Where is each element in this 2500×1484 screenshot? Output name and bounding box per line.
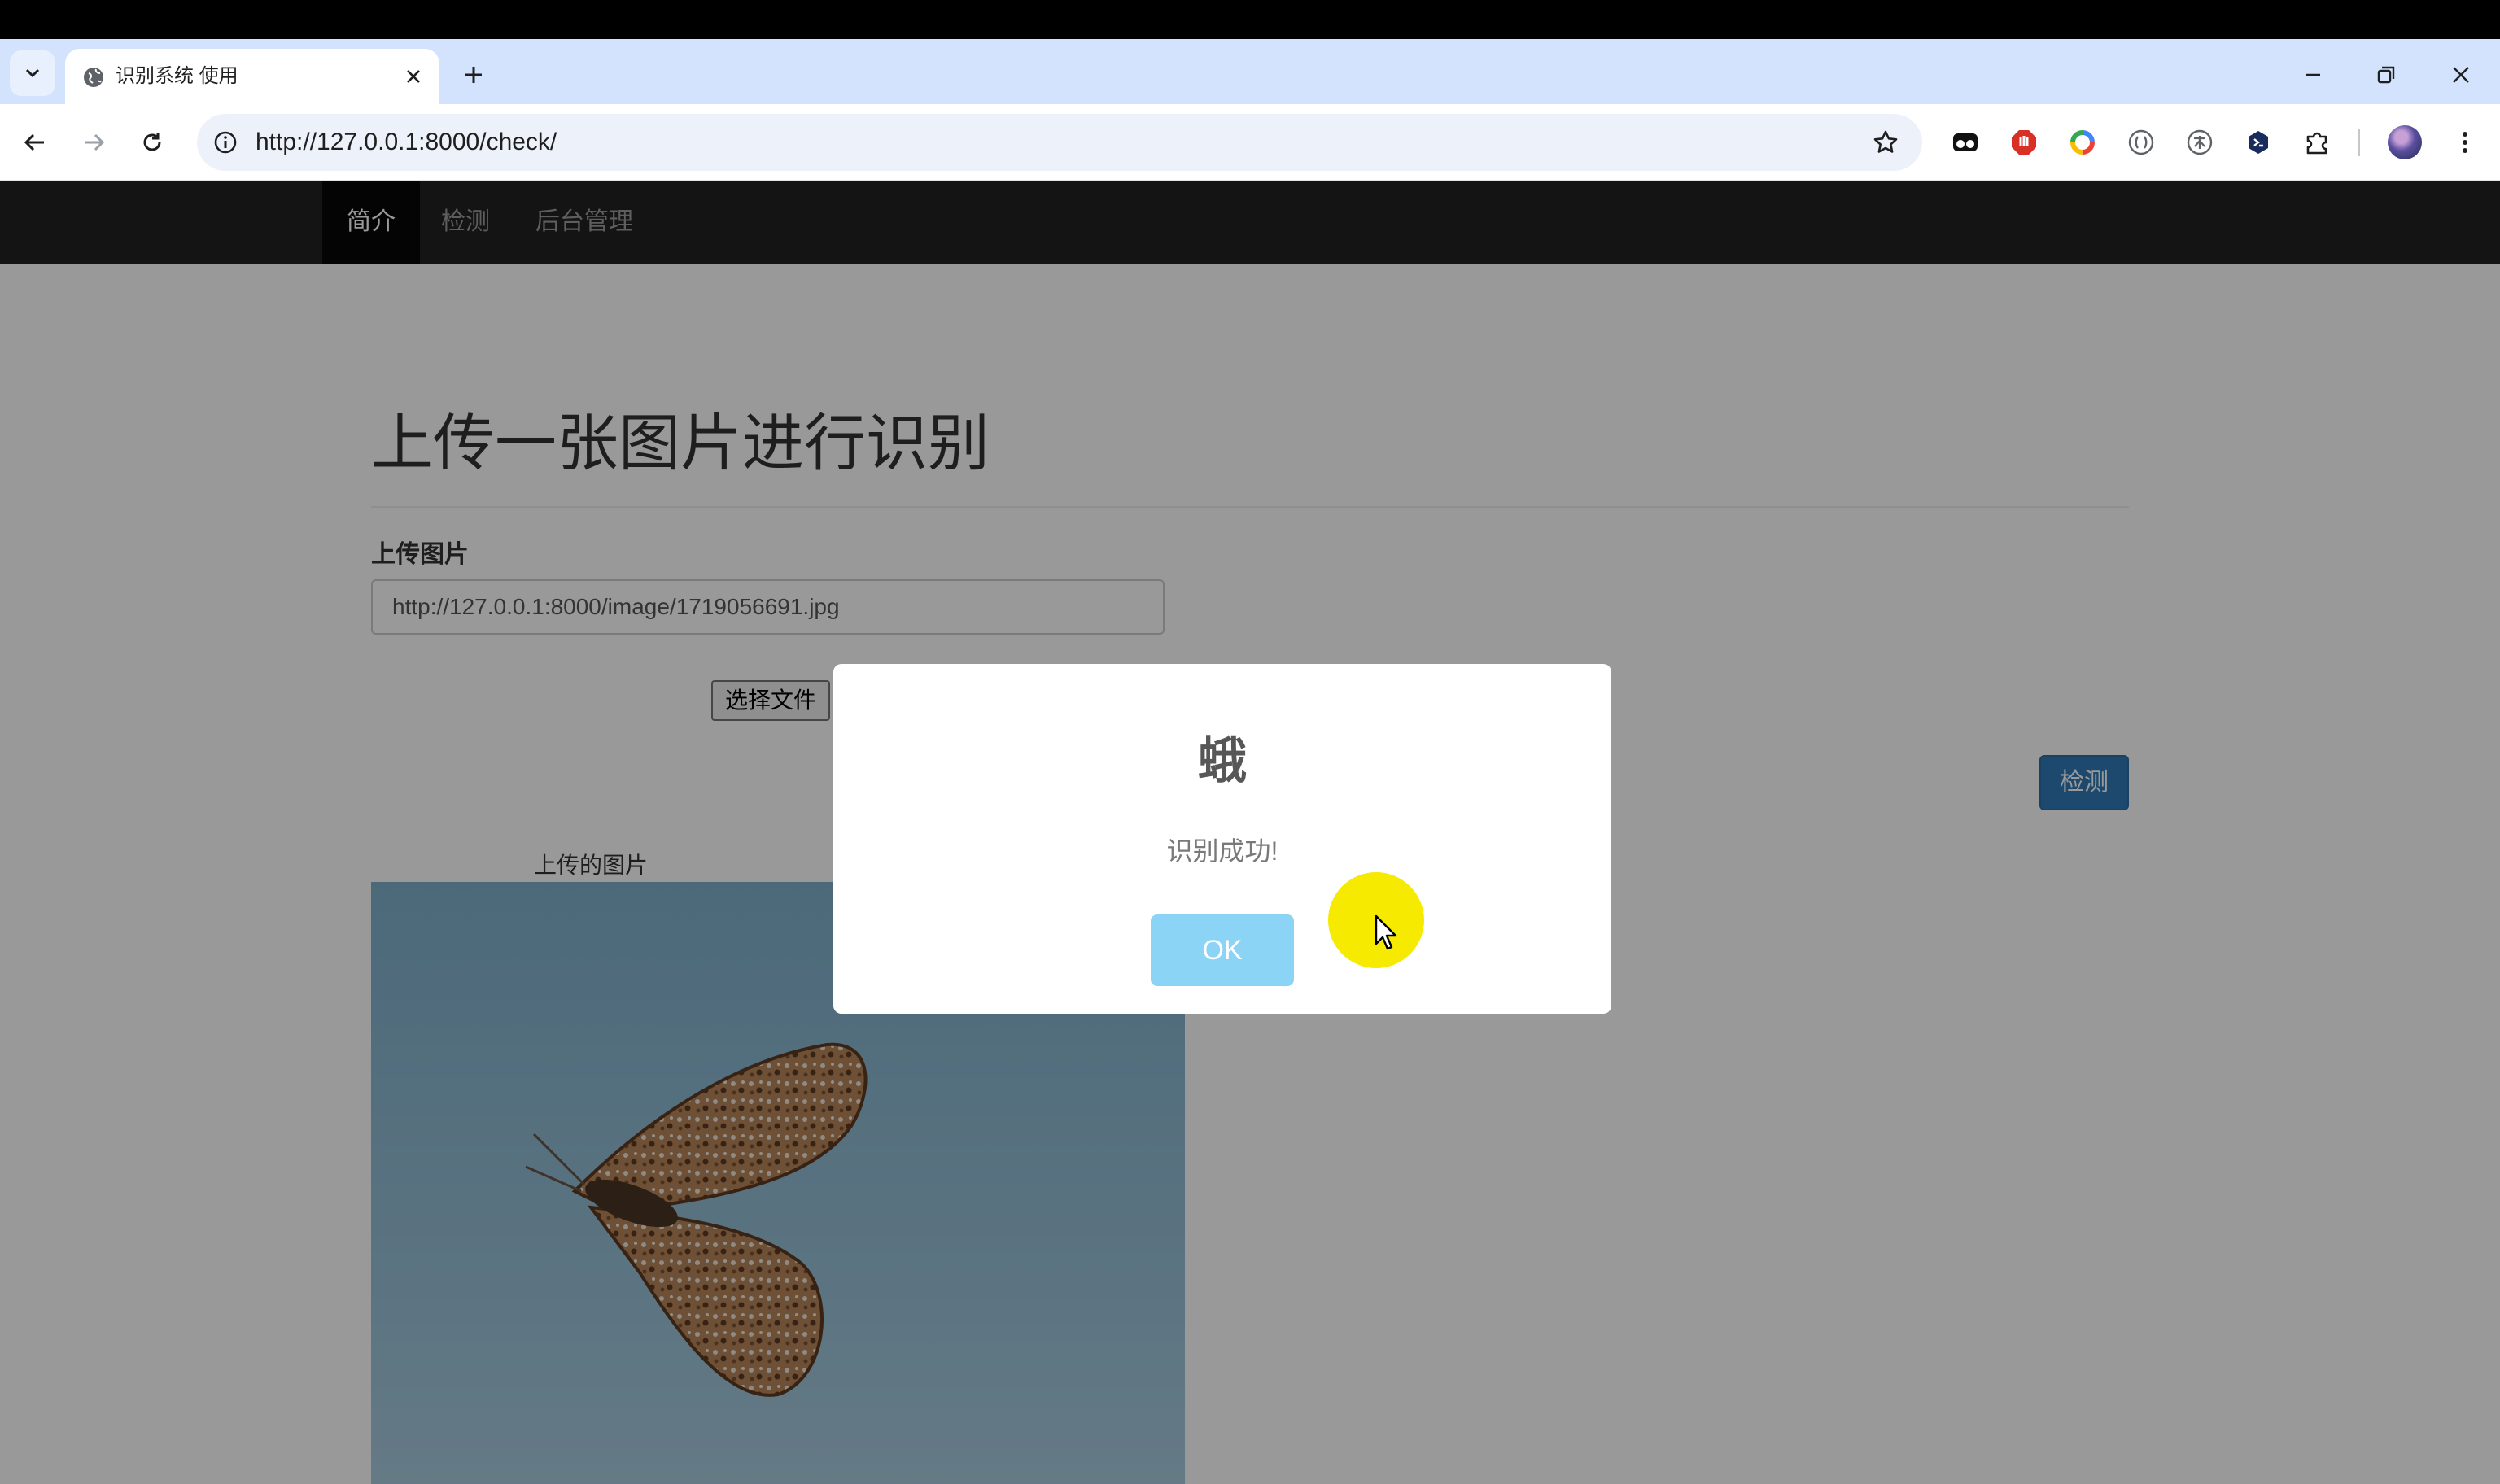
alert-title: 蛾 <box>1198 734 1247 788</box>
forward-button[interactable] <box>73 122 114 163</box>
extension-mask-icon <box>1953 133 1978 151</box>
extension-translate-button[interactable] <box>2183 125 2217 159</box>
info-icon <box>214 131 237 154</box>
reload-icon <box>143 133 161 151</box>
extension-bracket-icon <box>2128 129 2154 155</box>
plus-icon <box>465 67 482 83</box>
ok-button[interactable]: OK <box>1151 914 1294 986</box>
site-info-button[interactable] <box>208 125 243 159</box>
browser-tab[interactable]: 识别系统 使用 <box>65 49 439 104</box>
puzzle-icon <box>2306 132 2327 155</box>
minimize-button[interactable] <box>2295 57 2331 93</box>
chevron-down-icon <box>25 68 40 78</box>
alert-dialog: 蛾 识别成功! OK <box>833 664 1611 1014</box>
back-arrow-icon <box>24 133 44 151</box>
tab-close-button[interactable] <box>400 63 426 89</box>
extension-hex-button[interactable] <box>2241 125 2275 159</box>
extension-bracket-button[interactable] <box>2124 125 2158 159</box>
extension-mask-button[interactable] <box>1948 125 1982 159</box>
globe-icon <box>84 68 103 87</box>
extension-ring-icon <box>2070 130 2095 155</box>
extensions-button[interactable] <box>2300 125 2334 159</box>
mouse-cursor-icon <box>1375 914 1397 950</box>
restore-button[interactable] <box>2368 57 2404 93</box>
tab-search-button[interactable] <box>10 50 55 96</box>
close-icon <box>407 70 420 83</box>
address-bar[interactable]: http://127.0.0.1:8000/check/ <box>197 114 1922 171</box>
screen-top-bar <box>0 0 2500 39</box>
extension-translate-icon <box>2187 129 2213 155</box>
alert-message: 识别成功! <box>1166 836 1278 866</box>
url-text[interactable]: http://127.0.0.1:8000/check/ <box>256 128 557 157</box>
extension-hex-icon <box>2249 131 2268 154</box>
extension-stop-icon <box>2012 130 2036 155</box>
extension-ring-button[interactable] <box>2065 125 2100 159</box>
tab-title: 识别系统 使用 <box>116 65 238 87</box>
browser-toolbar: http://127.0.0.1:8000/check/ <box>0 104 2500 181</box>
extension-stop-button[interactable] <box>2007 125 2041 159</box>
reload-button[interactable] <box>132 122 173 163</box>
bookmark-button[interactable] <box>1868 125 1903 159</box>
toolbar-separator <box>2358 129 2360 156</box>
new-tab-button[interactable] <box>456 57 492 93</box>
more-vert-icon <box>2463 132 2467 153</box>
minimize-icon <box>2306 73 2320 76</box>
browser-menu-button[interactable] <box>2448 125 2482 159</box>
star-icon <box>1873 130 1898 153</box>
back-button[interactable] <box>15 122 55 163</box>
profile-avatar[interactable] <box>2388 125 2422 159</box>
close-icon <box>2453 67 2469 83</box>
forward-arrow-icon <box>85 133 105 151</box>
close-window-button[interactable] <box>2443 57 2479 93</box>
restore-icon <box>2377 66 2395 84</box>
tab-strip: 识别系统 使用 <box>0 39 2500 104</box>
